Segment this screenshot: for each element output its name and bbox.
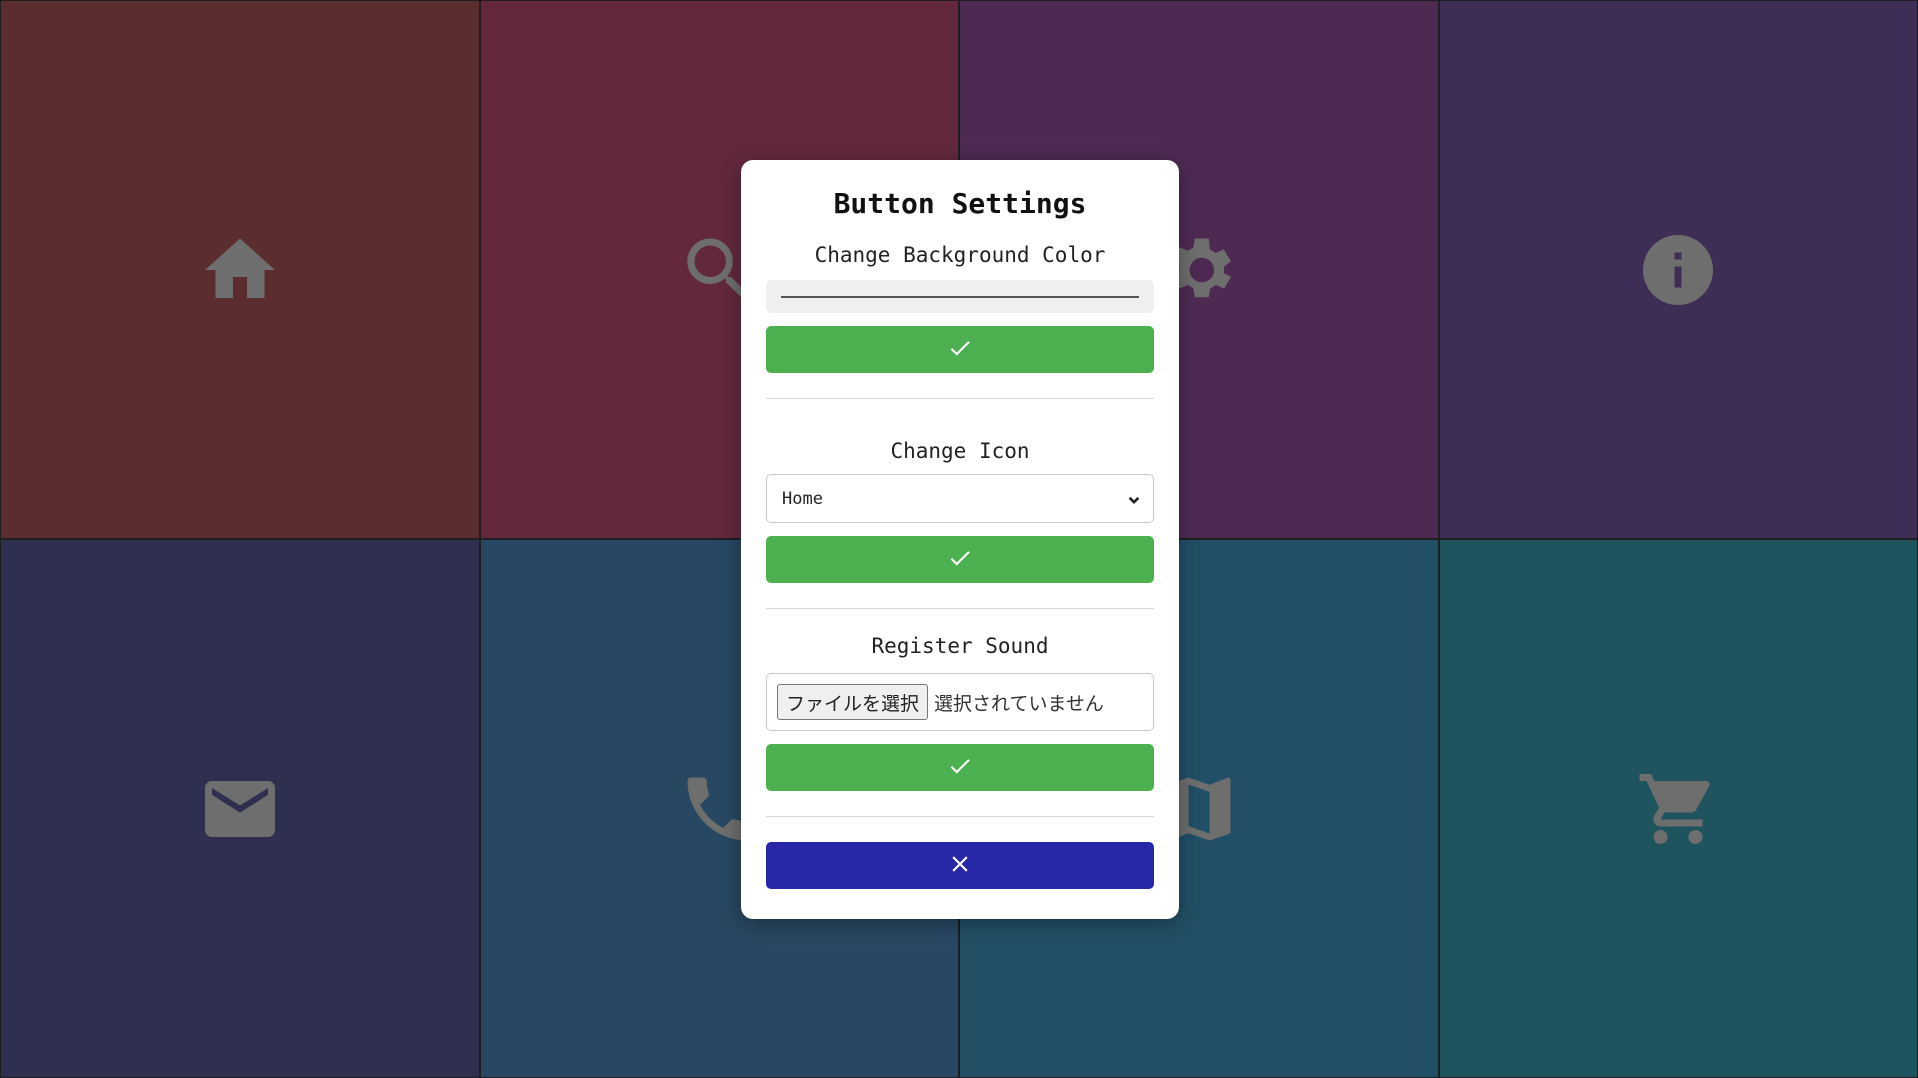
background-color-label: Change Background Color — [814, 243, 1106, 267]
divider — [766, 608, 1154, 609]
choose-file-button[interactable]: ファイルを選択 — [777, 684, 929, 720]
icon-select-value: Home — [782, 488, 823, 509]
button-settings-modal: Button Settings Change Background Color … — [741, 160, 1179, 919]
check-icon — [947, 335, 973, 365]
check-icon — [947, 753, 973, 783]
color-swatch — [781, 296, 1139, 298]
modal-title: Button Settings — [833, 187, 1087, 220]
modal-overlay: Button Settings Change Background Color … — [0, 0, 1918, 1078]
divider — [766, 398, 1154, 399]
confirm-sound-button[interactable] — [766, 744, 1154, 791]
chevron-down-icon — [1127, 492, 1141, 506]
icon-select[interactable]: Home — [766, 474, 1154, 523]
register-sound-label: Register Sound — [871, 634, 1049, 658]
confirm-background-color-button[interactable] — [766, 326, 1154, 373]
confirm-icon-button[interactable] — [766, 536, 1154, 583]
file-status: 選択されていません — [934, 692, 1104, 715]
close-icon — [947, 851, 973, 881]
change-icon-label: Change Icon — [890, 439, 1030, 463]
background-color-input[interactable] — [766, 280, 1154, 313]
check-icon — [947, 545, 973, 575]
sound-file-input: ファイルを選択 選択されていません — [766, 673, 1154, 731]
close-modal-button[interactable] — [766, 842, 1154, 889]
divider — [766, 816, 1154, 817]
